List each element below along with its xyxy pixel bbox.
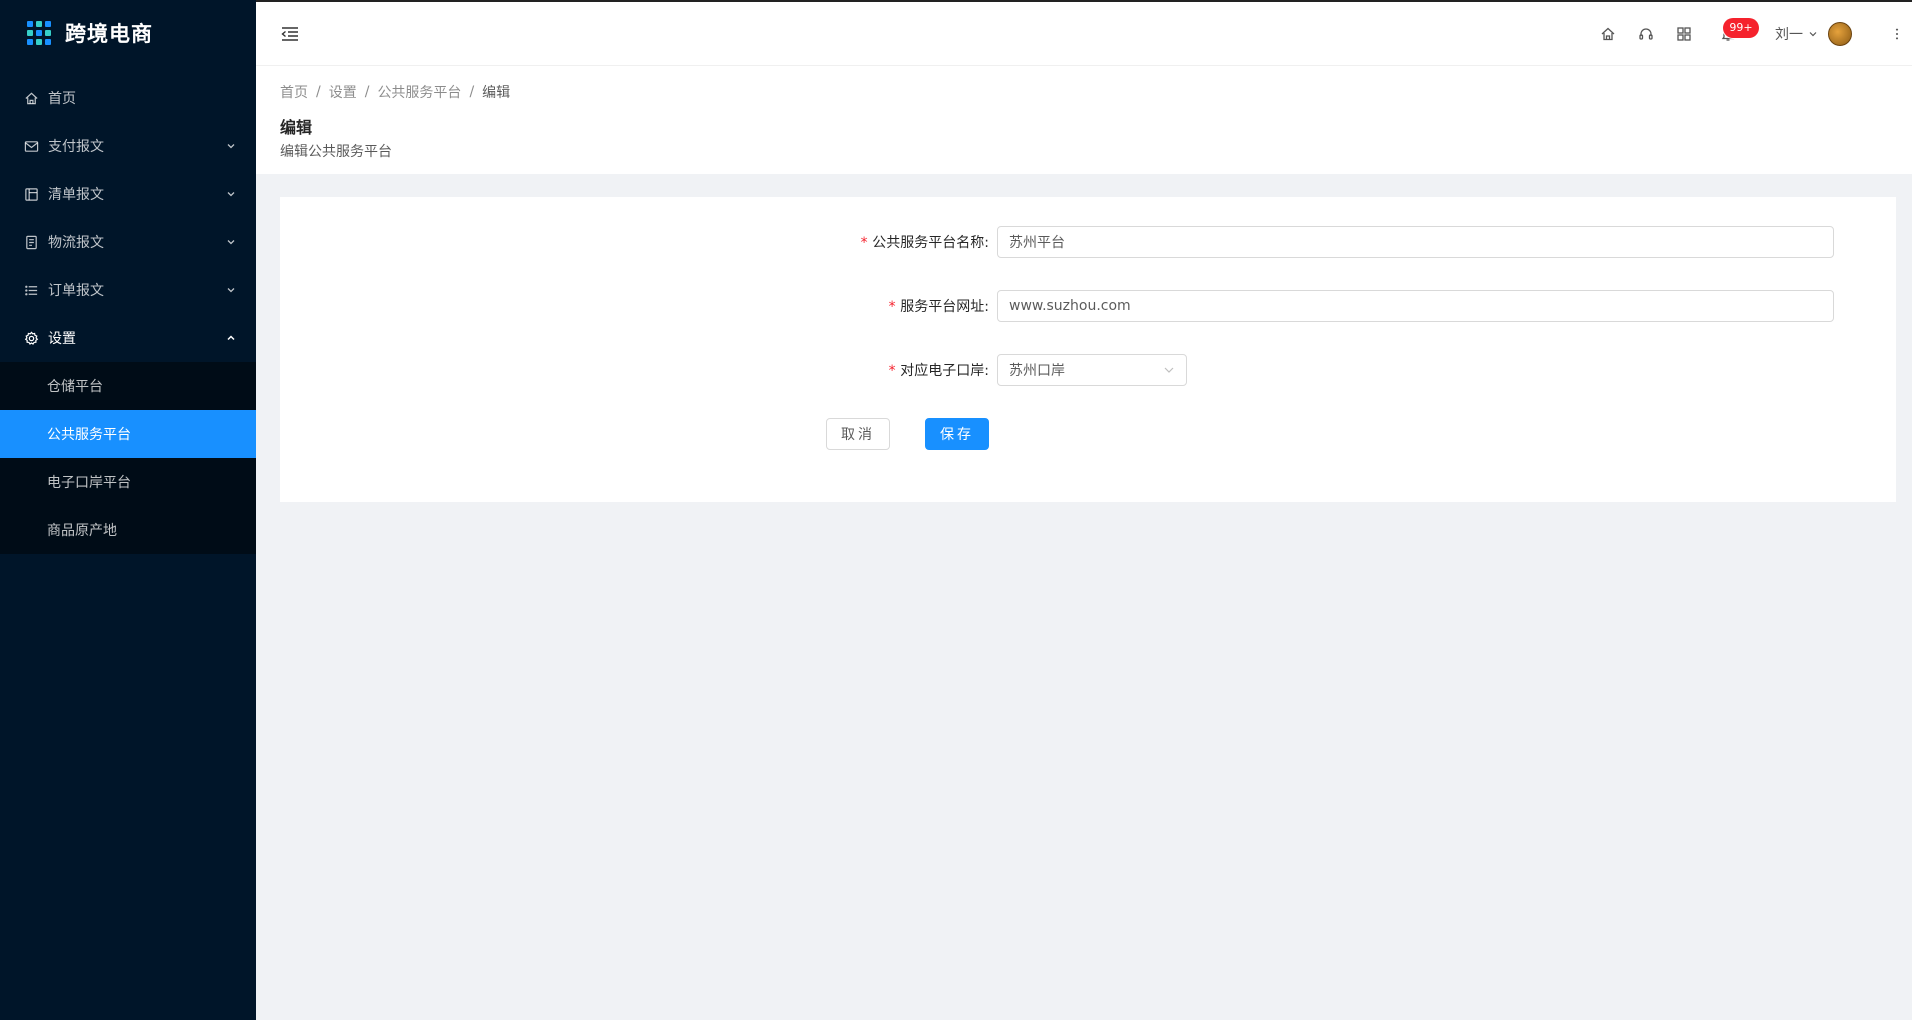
breadcrumb: 首页 / 设置 / 公共服务平台 / 编辑 [280, 82, 1888, 102]
breadcrumb-settings[interactable]: 设置 [329, 82, 357, 102]
cancel-button[interactable]: 取消 [826, 418, 890, 450]
platform-url-input[interactable] [997, 290, 1834, 322]
sidebar-item-label: 首页 [48, 91, 76, 107]
sidebar-item-settings[interactable]: 设置 [0, 314, 256, 362]
platform-name-input[interactable] [997, 226, 1834, 258]
sidebar-item-origin[interactable]: 商品原产地 [0, 506, 256, 554]
apps-grid-icon[interactable] [1665, 15, 1703, 53]
sidebar-item-label: 设置 [48, 331, 76, 347]
edit-form-card: *公共服务平台名称: *服务平台网址: *对应电子口岸: 苏州口岸 取消 保存 [280, 197, 1896, 502]
chevron-up-icon [226, 333, 236, 343]
eport-select[interactable]: 苏州口岸 [997, 354, 1187, 386]
sidebar-item-manifest[interactable]: 清单报文 [0, 170, 256, 218]
breadcrumb-public-service[interactable]: 公共服务平台 [377, 82, 461, 102]
chevron-down-icon [226, 189, 236, 199]
headset-icon[interactable] [1627, 15, 1665, 53]
page-title: 编辑 [280, 118, 313, 137]
layout-icon [23, 186, 39, 202]
required-mark: * [859, 235, 869, 251]
app-title: 跨境电商 [65, 22, 153, 46]
sidebar-menu: 首页 支付报文 清单报文 物流报文 订单报文 设置 仓储平台 公共服务平台 电子… [0, 74, 256, 554]
sidebar: 跨境电商 首页 支付报文 清单报文 物流报文 订单报文 设置 仓储平台 公共服务… [0, 0, 256, 1020]
chevron-down-icon [226, 141, 236, 151]
breadcrumb-separator: / [364, 84, 370, 100]
menu-fold-icon[interactable] [278, 22, 302, 46]
gear-icon [23, 330, 39, 346]
breadcrumb-current: 编辑 [482, 85, 511, 101]
eport-select-value: 苏州口岸 [1009, 363, 1065, 379]
platform-url-label: * 服务平台网址: [887, 299, 989, 315]
chevron-down-icon [226, 237, 236, 247]
sidebar-item-home[interactable]: 首页 [0, 74, 256, 122]
form-row-name: * 公共服务平台名称: [280, 226, 1834, 258]
username: 刘一 [1775, 26, 1803, 43]
platform-name-label: * 公共服务平台名称: [859, 235, 989, 251]
breadcrumb-separator: / [316, 84, 321, 100]
sidebar-item-public-service[interactable]: 公共服务平台 [0, 410, 256, 458]
sidebar-item-label: 物流报文 [48, 235, 104, 251]
save-button[interactable]: 保存 [925, 418, 989, 450]
page-header: 首页 / 设置 / 公共服务平台 / 编辑 编辑 编辑公共服务平台 [256, 66, 1912, 174]
chevron-down-icon [1808, 29, 1818, 39]
form-row-port: * 对应电子口岸: 苏州口岸 [280, 354, 1187, 386]
home-icon [23, 90, 39, 106]
sidebar-item-logistics[interactable]: 物流报文 [0, 218, 256, 266]
user-menu[interactable]: 刘一 [1775, 21, 1852, 46]
required-mark: * [887, 299, 897, 315]
sidebar-item-orders[interactable]: 订单报文 [0, 266, 256, 314]
home-icon[interactable] [1589, 15, 1627, 53]
top-header: 99+ 刘一 [256, 0, 1912, 66]
mail-icon [23, 138, 39, 154]
chevron-down-icon [1163, 364, 1175, 376]
breadcrumb-separator: / [469, 84, 475, 100]
more-vertical-icon[interactable] [1890, 22, 1904, 46]
sidebar-item-eport[interactable]: 电子口岸平台 [0, 458, 256, 506]
chevron-down-icon [226, 285, 236, 295]
sidebar-item-payment[interactable]: 支付报文 [0, 122, 256, 170]
avatar [1828, 21, 1852, 46]
file-icon [23, 234, 39, 250]
sidebar-item-label: 支付报文 [48, 139, 104, 155]
sidebar-item-warehouse[interactable]: 仓储平台 [0, 362, 256, 410]
page-description: 编辑公共服务平台 [280, 144, 392, 160]
bell-icon[interactable]: 99+ [1709, 15, 1759, 53]
breadcrumb-home[interactable]: 首页 [280, 82, 308, 102]
settings-submenu: 仓储平台 公共服务平台 电子口岸平台 商品原产地 [0, 362, 256, 554]
sidebar-item-label: 订单报文 [48, 283, 104, 299]
app-grid-icon [27, 21, 51, 45]
form-row-url: * 服务平台网址: [280, 290, 1834, 322]
required-mark: * [887, 363, 897, 379]
header-actions: 99+ 刘一 [1589, 2, 1912, 65]
eport-label: * 对应电子口岸: [887, 363, 989, 379]
notification-badge: 99+ [1723, 17, 1759, 38]
list-icon [23, 282, 39, 298]
sidebar-item-label: 清单报文 [48, 187, 104, 203]
app-logo[interactable]: 跨境电商 [0, 0, 256, 66]
